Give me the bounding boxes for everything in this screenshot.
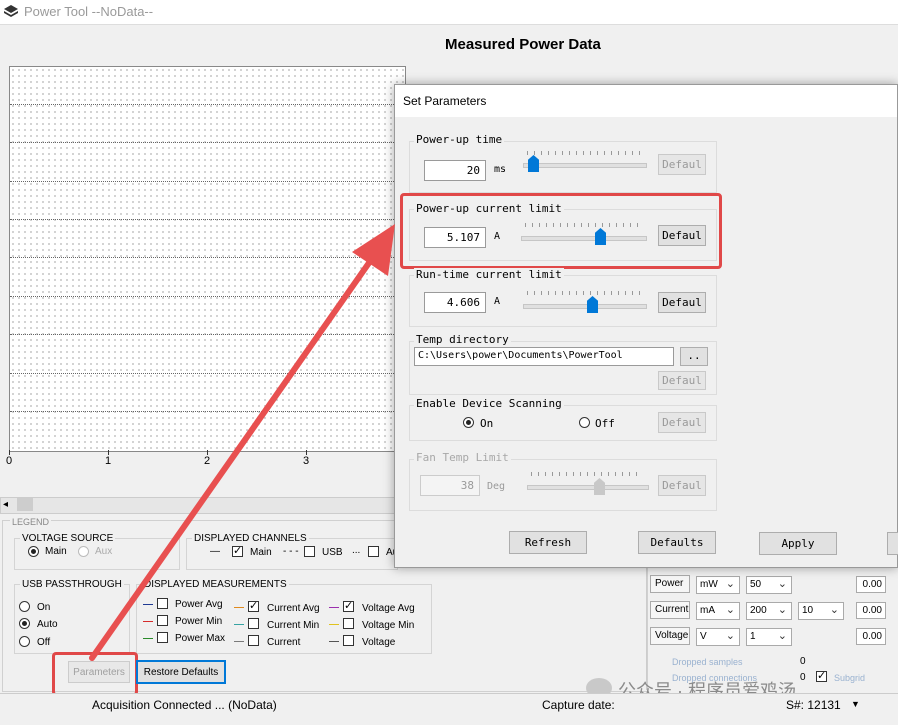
annotation-arrow: [89, 224, 395, 661]
